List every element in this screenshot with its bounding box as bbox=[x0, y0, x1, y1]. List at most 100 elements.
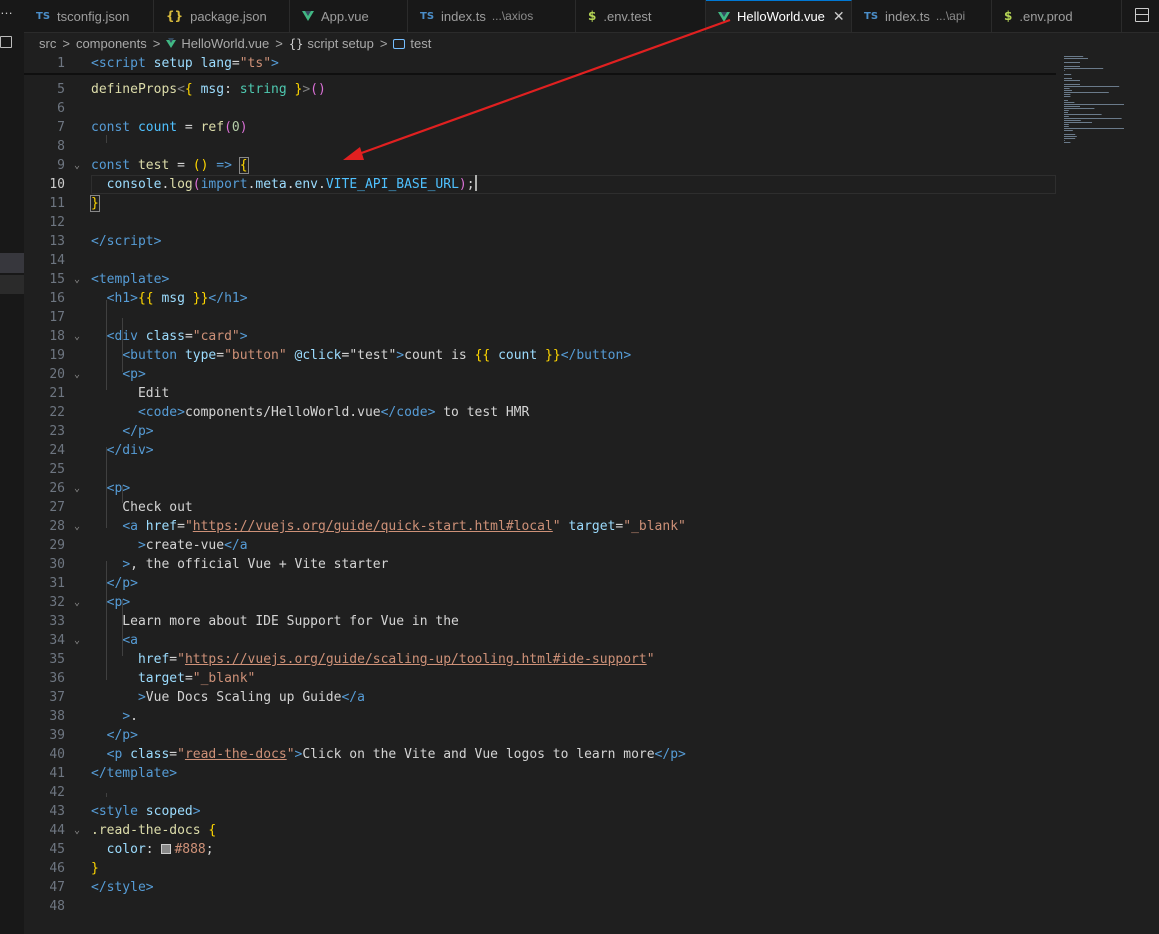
code-token: " bbox=[184, 519, 193, 534]
code-line[interactable]: 19 <button type="button" @click="test">c… bbox=[24, 346, 1056, 365]
line-number: 47 bbox=[49, 880, 65, 895]
code-line[interactable]: 27 Check out bbox=[24, 498, 1056, 517]
fold-chevron-icon[interactable]: ⌄ bbox=[74, 593, 80, 612]
fold-chevron-icon[interactable]: ⌄ bbox=[74, 327, 80, 346]
breadcrumb-src[interactable]: src bbox=[39, 36, 56, 51]
minimap[interactable] bbox=[1058, 54, 1159, 934]
fold-chevron-icon[interactable]: ⌄ bbox=[74, 365, 80, 384]
code-line[interactable]: 42 bbox=[24, 783, 1056, 802]
explorer-row[interactable] bbox=[0, 275, 24, 294]
breadcrumb-script-setup[interactable]: script setup bbox=[307, 36, 373, 51]
breadcrumb-components[interactable]: components bbox=[76, 36, 147, 51]
code-line[interactable]: 20 ⌄ <p> bbox=[24, 365, 1056, 384]
code-line[interactable]: 35 href="https://vuejs.org/guide/scaling… bbox=[24, 650, 1056, 669]
code-line[interactable]: 11} bbox=[24, 194, 1056, 213]
code-token: @click bbox=[294, 348, 342, 363]
code-line[interactable]: 13 </script> bbox=[24, 232, 1056, 251]
minimap-line bbox=[1064, 90, 1072, 91]
sticky-scroll-shadow bbox=[24, 73, 1056, 75]
minimap-line bbox=[1064, 62, 1080, 63]
code-line[interactable]: 29 >create-vue</a bbox=[24, 536, 1056, 555]
code-token: VITE_API_BASE_URL bbox=[325, 177, 459, 192]
explorer-selected-row[interactable] bbox=[0, 253, 24, 273]
code-line[interactable]: 9 ⌄ const test = () => { bbox=[24, 156, 1056, 175]
code-token: msg bbox=[161, 291, 185, 306]
code-line[interactable]: 22 <code>components/HelloWorld.vue</code… bbox=[24, 403, 1056, 422]
code-line[interactable]: 45 color: #888; bbox=[24, 840, 1056, 859]
code-line[interactable]: 36 target="_blank" bbox=[24, 669, 1056, 688]
code-line[interactable]: 48 bbox=[24, 897, 1056, 916]
code-line[interactable]: 34 ⌄ <a bbox=[24, 631, 1056, 650]
breadcrumb-test[interactable]: test bbox=[410, 36, 431, 51]
split-editor-icon[interactable] bbox=[1135, 8, 1149, 22]
more-actions-icon[interactable]: … bbox=[0, 2, 14, 17]
code-token: https://vuejs.org/guide/quick-start.html… bbox=[192, 519, 553, 534]
code-line[interactable]: 28 ⌄ <a href="https://vuejs.org/guide/qui… bbox=[24, 517, 1056, 536]
fold-chevron-icon[interactable]: ⌄ bbox=[74, 270, 80, 289]
code-line[interactable]: 25 bbox=[24, 460, 1056, 479]
tab-app-vue[interactable]: App.vue bbox=[290, 0, 408, 32]
code-line[interactable]: 1 <script setup lang="ts"> bbox=[24, 54, 1056, 73]
line-number: 36 bbox=[49, 671, 65, 686]
code-line[interactable]: 16 <h1>{{ msg }}</h1> bbox=[24, 289, 1056, 308]
code-line[interactable]: 5 defineProps<{ msg: string }>() bbox=[24, 80, 1056, 99]
code-line[interactable]: 31 </p> bbox=[24, 574, 1056, 593]
tab-env-prod[interactable]: $ .env.prod bbox=[992, 0, 1122, 32]
tab-package-json[interactable]: {} package.json bbox=[154, 0, 290, 32]
fold-chevron-icon[interactable]: ⌄ bbox=[74, 821, 80, 840]
code-token: count bbox=[137, 120, 178, 135]
code-line[interactable]: 43 <style scoped> bbox=[24, 802, 1056, 821]
color-swatch[interactable] bbox=[161, 844, 172, 854]
tab-label: tsconfig.json bbox=[57, 8, 130, 24]
code-token: > bbox=[623, 348, 632, 363]
code-line[interactable]: 41 </template> bbox=[24, 764, 1056, 783]
fold-chevron-icon[interactable]: ⌄ bbox=[74, 156, 80, 175]
line-number: 27 bbox=[49, 500, 65, 515]
fold-chevron-icon[interactable]: ⌄ bbox=[74, 517, 80, 536]
fold-chevron-icon[interactable]: ⌄ bbox=[74, 631, 80, 650]
code-line[interactable]: 15 ⌄ <template> bbox=[24, 270, 1056, 289]
code-line[interactable]: 17 bbox=[24, 308, 1056, 327]
explorer-icon[interactable] bbox=[0, 36, 12, 48]
code-line[interactable]: 21 Edit bbox=[24, 384, 1056, 403]
code-line[interactable]: 44 ⌄ .read-the-docs { bbox=[24, 821, 1056, 840]
code-line[interactable]: 33 Learn more about IDE Support for Vue … bbox=[24, 612, 1056, 631]
close-icon[interactable]: ✕ bbox=[833, 8, 845, 25]
code-line[interactable]: 40 <p class="read-the-docs">Click on the… bbox=[24, 745, 1056, 764]
tab-helloworld-vue[interactable]: HelloWorld.vue ✕ bbox=[706, 0, 852, 32]
tab-env-test[interactable]: $ .env.test bbox=[576, 0, 706, 32]
code-token: "_blank" bbox=[192, 671, 256, 686]
code-line[interactable]: 32 ⌄ <p> bbox=[24, 593, 1056, 612]
code-token: </a bbox=[341, 690, 365, 705]
code-line[interactable]: 7 const count = ref(0) bbox=[24, 118, 1056, 137]
code-line[interactable]: 38 >. bbox=[24, 707, 1056, 726]
code-line[interactable]: 39 </p> bbox=[24, 726, 1056, 745]
code-line[interactable]: 37 >Vue Docs Scaling up Guide</a bbox=[24, 688, 1056, 707]
code-line[interactable]: 46} bbox=[24, 859, 1056, 878]
line-number: 30 bbox=[49, 557, 65, 572]
code-line[interactable]: 23 </p> bbox=[24, 422, 1056, 441]
code-line[interactable]: 12 bbox=[24, 213, 1056, 232]
vertical-scrollbar[interactable] bbox=[1150, 54, 1159, 934]
tab-index-ts-api[interactable]: TS index.ts ...\api bbox=[852, 0, 992, 32]
code-line[interactable]: 6 bbox=[24, 99, 1056, 118]
code-line[interactable]: 14 bbox=[24, 251, 1056, 270]
fold-chevron-icon[interactable]: ⌄ bbox=[74, 479, 80, 498]
tab-index-ts-axios[interactable]: TS index.ts ...\axios bbox=[408, 0, 576, 32]
code-line[interactable]: 8 bbox=[24, 137, 1056, 156]
code-line[interactable]: 10 console.log(import.meta.env.VITE_API_… bbox=[24, 175, 1056, 194]
code-editor[interactable]: 1 <script setup lang="ts"> 5 defineProps<{ … bbox=[24, 54, 1056, 934]
code-line[interactable]: 24 </div> bbox=[24, 441, 1056, 460]
code-token: count bbox=[498, 348, 538, 363]
tab-tsconfig-json[interactable]: TS tsconfig.json bbox=[24, 0, 154, 32]
code-line[interactable]: 26 ⌄ <p> bbox=[24, 479, 1056, 498]
code-line[interactable]: 30 >, the official Vue + Vite starter bbox=[24, 555, 1056, 574]
breadcrumb-file[interactable]: HelloWorld.vue bbox=[181, 36, 269, 51]
code-token: string bbox=[239, 82, 287, 97]
code-line[interactable]: 18 ⌄ <div class="card"> bbox=[24, 327, 1056, 346]
code-line[interactable]: 47 </style> bbox=[24, 878, 1056, 897]
